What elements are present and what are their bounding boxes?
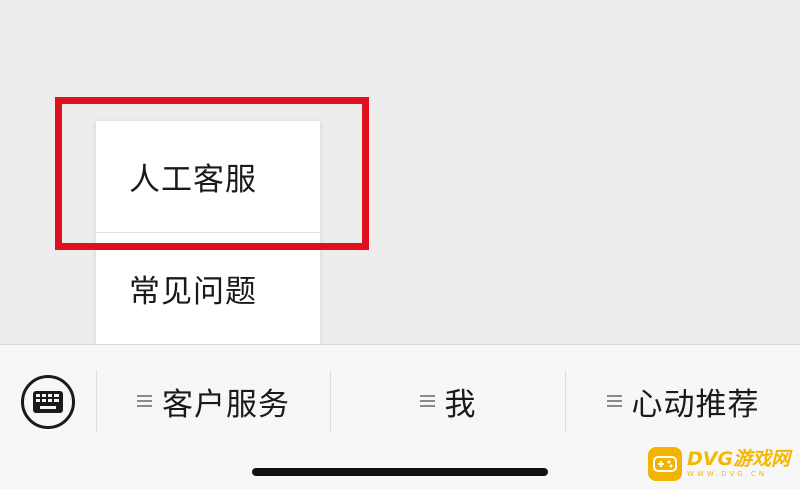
home-indicator[interactable] bbox=[252, 468, 548, 476]
menu-tab-label: 客户服务 bbox=[162, 386, 290, 423]
menu-lines-icon bbox=[419, 392, 435, 410]
keyboard-icon bbox=[33, 391, 63, 413]
submenu-item-label: 人工客服 bbox=[129, 162, 257, 198]
menu-lines-icon bbox=[606, 392, 622, 410]
submenu-item-faq[interactable]: 常见问题 bbox=[96, 233, 320, 344]
site-watermark: DVG游戏网 WWW.DVG.CN bbox=[648, 442, 798, 486]
menu-tab-label: 我 bbox=[444, 386, 477, 423]
keyboard-toggle-button[interactable] bbox=[21, 375, 75, 429]
watermark-url: WWW.DVG.CN bbox=[687, 470, 768, 478]
submenu-item-human-service[interactable]: 人工客服 bbox=[96, 121, 320, 232]
submenu-popup: 人工客服 常见问题 bbox=[96, 121, 320, 344]
menu-tab-label: 心动推荐 bbox=[631, 386, 760, 423]
menu-lines-icon bbox=[137, 392, 152, 410]
chat-screen: 人工客服 常见问题 客户服务 我 心动推荐 DVG游戏网 WWW.DVG.CN bbox=[0, 0, 800, 489]
gamepad-logo-icon bbox=[648, 447, 682, 481]
watermark-title: DVG游戏网 bbox=[687, 448, 791, 470]
submenu-item-label: 常见问题 bbox=[129, 274, 257, 310]
menu-tab-me[interactable]: 我 bbox=[331, 370, 565, 432]
menu-tab-customer-service[interactable]: 客户服务 bbox=[97, 370, 330, 432]
menu-tab-recommend[interactable]: 心动推荐 bbox=[566, 370, 800, 432]
